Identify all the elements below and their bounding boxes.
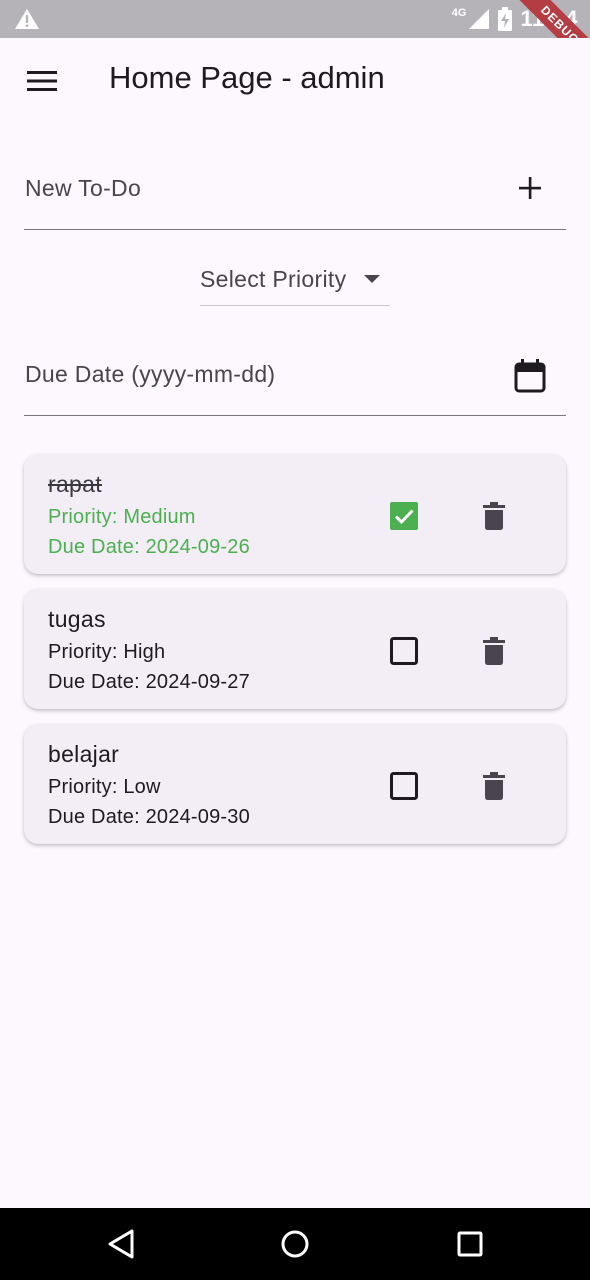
status-bar: 4G 11:14 DEBUG (0, 0, 590, 38)
signal-icon (469, 9, 490, 29)
network-type: 4G (451, 7, 467, 19)
delete-button[interactable] (472, 629, 516, 673)
recents-button[interactable] (452, 1226, 488, 1262)
app-bar: Home Page - admin (0, 38, 590, 120)
pick-date-button[interactable] (508, 354, 552, 398)
home-button[interactable] (277, 1226, 313, 1262)
menu-button[interactable] (20, 61, 64, 101)
priority-dropdown-label: Select Priority (200, 266, 347, 292)
delete-button[interactable] (472, 764, 516, 808)
todo-due-date: Due Date: 2024-09-27 (48, 671, 250, 693)
completed-checkbox[interactable] (390, 502, 418, 530)
todo-title: tugas (48, 606, 106, 632)
page-title: Home Page - admin (109, 60, 385, 95)
hamburger-menu-icon (27, 71, 57, 91)
calendar-icon (514, 359, 546, 393)
add-todo-button[interactable] (508, 166, 552, 210)
new-todo-label: New To-Do (25, 175, 142, 201)
completed-checkbox[interactable] (390, 772, 418, 800)
todo-due-date: Due Date: 2024-09-26 (48, 536, 250, 558)
dropdown-arrow-icon (364, 275, 380, 283)
recents-square-icon (457, 1231, 483, 1257)
new-todo-input[interactable]: New To-Do (24, 148, 566, 230)
navigation-bar (0, 1208, 590, 1280)
todo-card: belajar Priority: Low Due Date: 2024-09-… (24, 724, 566, 844)
completed-checkbox[interactable] (390, 637, 418, 665)
plus-icon (519, 177, 541, 199)
todo-card: tugas Priority: High Due Date: 2024-09-2… (24, 589, 566, 709)
delete-button[interactable] (472, 494, 516, 538)
warning-icon (15, 9, 39, 29)
todo-priority: Priority: Medium (48, 506, 196, 528)
todo-priority: Priority: High (48, 641, 166, 663)
todo-priority: Priority: Low (48, 776, 161, 798)
todo-title: rapat (48, 471, 102, 497)
battery-icon (498, 7, 513, 31)
back-triangle-icon (108, 1229, 134, 1259)
priority-dropdown[interactable]: Select Priority (200, 258, 390, 306)
due-date-label: Due Date (yyyy-mm-dd) (25, 361, 276, 387)
back-button[interactable] (103, 1226, 139, 1262)
todo-due-date: Due Date: 2024-09-30 (48, 806, 250, 828)
trash-icon (483, 772, 505, 800)
trash-icon (483, 502, 505, 530)
todo-card: rapat Priority: Medium Due Date: 2024-09… (24, 454, 566, 574)
home-circle-icon (281, 1230, 309, 1258)
due-date-input[interactable]: Due Date (yyyy-mm-dd) (24, 334, 566, 416)
trash-icon (483, 637, 505, 665)
todo-title: belajar (48, 741, 120, 767)
